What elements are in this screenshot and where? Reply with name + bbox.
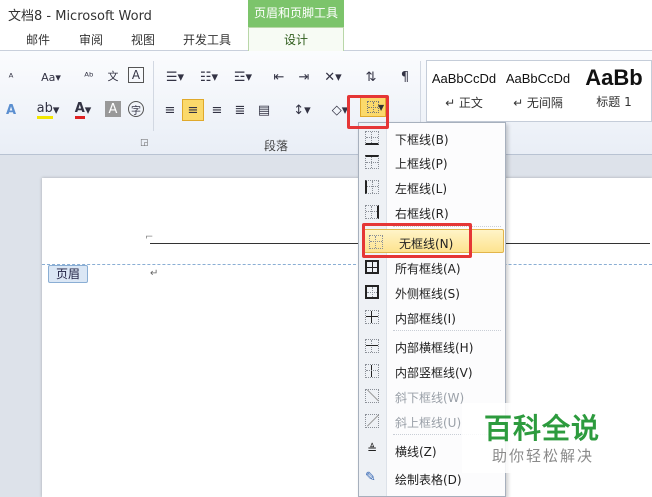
menu-item-label: 内部竖框线(V) — [395, 366, 473, 380]
style-no-spacing[interactable]: AaBbCcDd ↵ 无间隔 — [501, 61, 575, 123]
menu-item-label: 右框线(R) — [395, 207, 449, 221]
menu-item-inside-borders[interactable]: 内部框线(I) — [359, 305, 505, 329]
annotation-box-borders-button — [347, 95, 389, 129]
border-inside-icon — [365, 310, 379, 324]
window-title: 文档8 - Microsoft Word — [8, 9, 152, 24]
align-center-icon[interactable]: ≡ — [182, 99, 204, 121]
tab-mailings[interactable]: 邮件 — [26, 31, 50, 48]
border-inside-horizontal-icon — [365, 339, 379, 353]
tab-developer[interactable]: 开发工具 — [183, 31, 231, 48]
change-case-button[interactable]: Aa▾ — [38, 68, 64, 86]
menu-item-label: 绘制表格(D) — [395, 473, 462, 487]
bullets-button[interactable]: ☰▾ — [162, 68, 188, 86]
header-tag: 页眉 — [48, 265, 88, 283]
menu-item-label: 上框线(P) — [395, 157, 448, 171]
menu-item-label: 左框线(L) — [395, 182, 448, 196]
ribbon: ᴬ Aa▾ ᴬᵇ 文 A ☰▾ ☷▾ ☲▾ ⇤ ⇥ ✕▾ ⇅ ¶ A ab ▾ A… — [0, 51, 652, 155]
style-heading-1[interactable]: AaBb 标题 1 — [575, 61, 652, 123]
style-normal[interactable]: AaBbCcDd ↵ 正文 — [427, 61, 501, 123]
border-top-icon — [365, 155, 379, 169]
sort-icon[interactable]: ⇅ — [362, 68, 380, 86]
menu-item-all-borders[interactable]: 所有框线(A) — [359, 255, 505, 279]
menu-item-label: 斜下框线(W) — [395, 391, 465, 405]
header-boundary — [42, 264, 652, 265]
style-name: 标题 1 — [596, 95, 632, 109]
watermark: 百科全说 助你轻松解决 — [462, 403, 632, 473]
numbering-button[interactable]: ☷▾ — [196, 68, 222, 86]
increase-indent-icon[interactable]: ⇥ — [295, 68, 313, 86]
styles-gallery: AaBbCcDd ↵ 正文 AaBbCcDd ↵ 无间隔 AaBb 标题 1 — [426, 60, 652, 122]
border-inside-vertical-icon — [365, 364, 379, 378]
paragraph-group-label: 段落 — [264, 139, 289, 153]
phonetic-guide-icon[interactable]: 文 — [104, 67, 122, 85]
border-outside-icon — [365, 285, 379, 299]
multilevel-list-button[interactable]: ☲▾ — [230, 68, 256, 86]
menu-item-label: 内部横框线(H) — [395, 341, 474, 355]
align-right-icon[interactable]: ≡ — [208, 101, 226, 119]
tab-design[interactable]: 设计 — [248, 27, 344, 52]
enclose-char-icon[interactable]: 字 — [128, 101, 144, 117]
paragraph-mark: ↵ — [150, 268, 159, 279]
divider — [420, 61, 421, 131]
decrease-indent-icon[interactable]: ⇤ — [270, 68, 288, 86]
border-diagonal-down-icon — [365, 389, 380, 403]
menu-item-label: 下框线(B) — [395, 133, 449, 147]
border-all-icon — [365, 260, 379, 274]
align-left-icon[interactable]: ≡ — [161, 101, 179, 119]
menu-item-right-border[interactable]: 右框线(R) — [359, 200, 505, 224]
border-right-icon — [365, 205, 379, 219]
highlight-color-button[interactable]: ab ▾ — [34, 101, 62, 119]
menu-item-bottom-border[interactable]: 下框线(B) — [359, 126, 505, 150]
annotation-box-no-border — [362, 223, 472, 258]
menu-item-left-border[interactable]: 左框线(L) — [359, 175, 505, 199]
style-sample: AaBbCcDd — [505, 71, 571, 86]
chinese-layout-button[interactable]: ✕▾ — [320, 68, 346, 86]
font-dialog-launcher-icon[interactable]: ◲ — [140, 138, 149, 148]
show-marks-icon[interactable]: ¶ — [396, 68, 414, 86]
clear-format-icon[interactable]: ᴬᵇ — [80, 67, 98, 85]
menu-item-label: 内部框线(I) — [395, 312, 456, 326]
shrink-font-icon[interactable]: ᴬ — [2, 68, 20, 86]
tab-view[interactable]: 视图 — [131, 31, 155, 48]
menu-item-label: 所有框线(A) — [395, 262, 461, 276]
menu-item-inside-vertical-border[interactable]: 内部竖框线(V) — [359, 359, 505, 383]
font-color-button[interactable]: A ▾ — [70, 101, 96, 119]
menu-item-top-border[interactable]: 上框线(P) — [359, 150, 505, 174]
border-diagonal-up-icon — [365, 414, 380, 428]
char-shading-icon[interactable]: A — [105, 101, 121, 117]
char-border-icon[interactable]: A — [128, 67, 144, 83]
border-bottom-icon — [365, 131, 379, 145]
menu-divider — [393, 330, 501, 331]
divider — [153, 61, 154, 131]
menu-item-label: 斜上框线(U) — [395, 416, 462, 430]
header-footer-tools-label: 页眉和页脚工具 — [248, 0, 344, 27]
tab-review[interactable]: 审阅 — [79, 31, 103, 48]
text-effect-icon[interactable]: A — [2, 101, 20, 119]
menu-item-outside-borders[interactable]: 外侧框线(S) — [359, 280, 505, 304]
style-sample: AaBbCcDd — [431, 71, 497, 86]
watermark-slogan: 助你轻松解决 — [492, 447, 595, 465]
menu-item-inside-horizontal-border[interactable]: 内部横框线(H) — [359, 334, 505, 358]
distributed-icon[interactable]: ▤ — [255, 101, 273, 119]
line-spacing-button[interactable]: ↕▾ — [289, 101, 315, 119]
watermark-brand: 百科全说 — [484, 412, 601, 445]
menu-item-label: 外侧框线(S) — [395, 287, 460, 301]
style-name: ↵ 正文 — [445, 96, 483, 110]
style-sample: AaBb — [585, 65, 643, 90]
style-name: ↵ 无间隔 — [513, 96, 563, 110]
page-corner-mark: ⌐ — [145, 232, 154, 243]
menu-item-label: 横线(Z) — [395, 445, 437, 459]
ribbon-tab-row: 邮件 审阅 视图 开发工具 设计 — [0, 27, 652, 52]
justify-icon[interactable]: ≣ — [231, 101, 249, 119]
border-left-icon — [365, 180, 379, 194]
horizontal-line-icon: ≜ — [366, 442, 378, 456]
draw-table-icon: ✎ — [365, 470, 376, 485]
